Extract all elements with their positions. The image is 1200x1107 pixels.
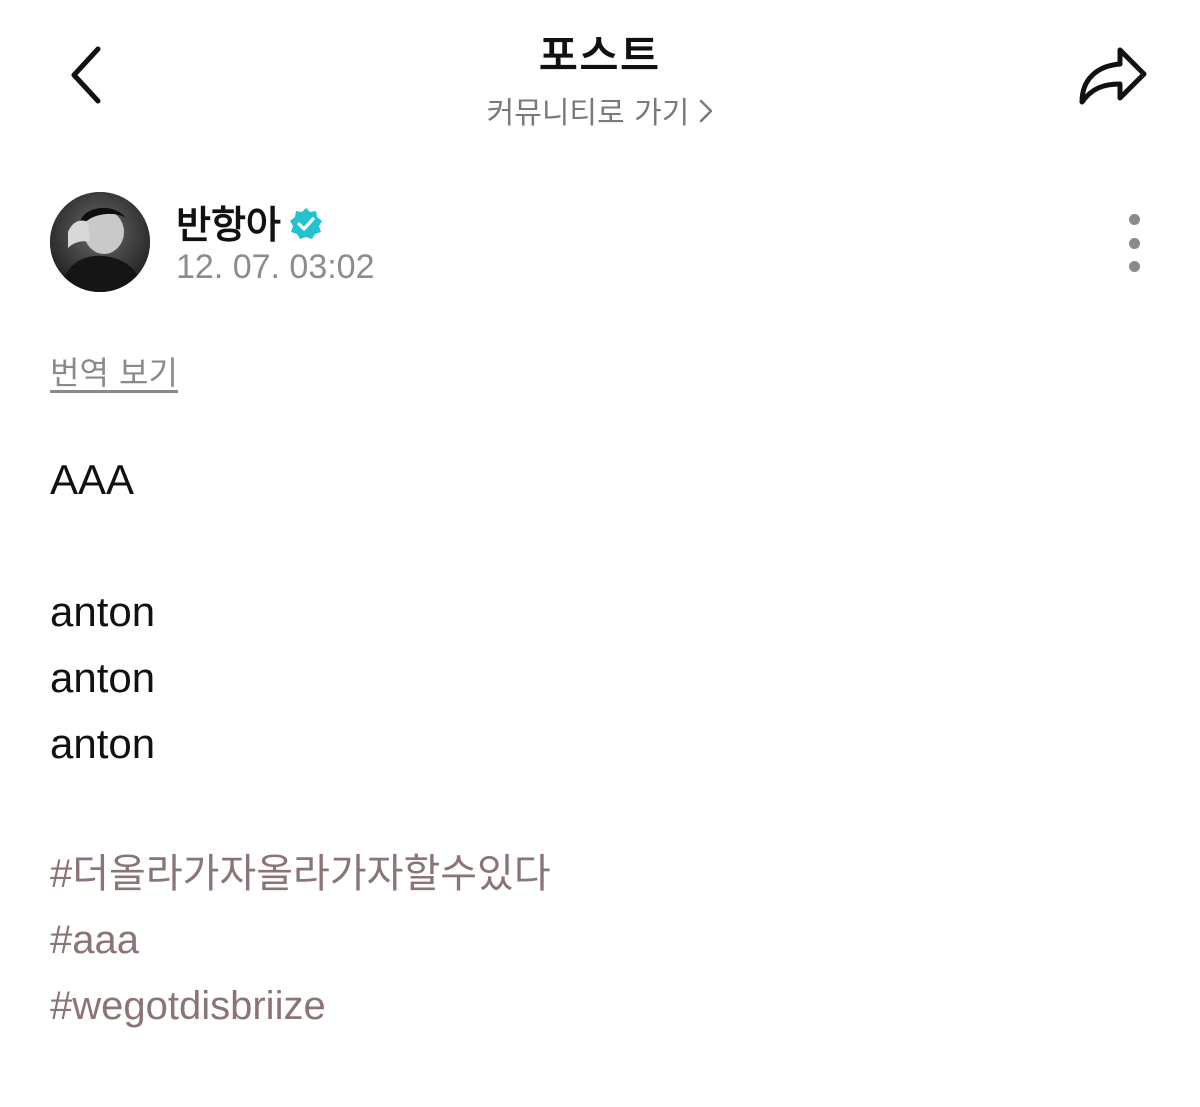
author-name[interactable]: 반항아 xyxy=(176,194,281,249)
post-author: 반항아 12. 07. 03:02 xyxy=(50,192,1150,292)
community-link-label: 커뮤니티로 가기 xyxy=(486,96,690,131)
author-name-row: 반항아 xyxy=(176,194,323,249)
post-body-line: AAA xyxy=(50,456,135,503)
chevron-right-icon xyxy=(699,98,713,124)
more-vertical-icon-dot xyxy=(1128,214,1140,225)
share-button[interactable] xyxy=(1070,40,1154,114)
page-title: 포스트 xyxy=(539,31,661,80)
avatar[interactable] xyxy=(50,192,150,292)
post-body-line: anton xyxy=(50,720,156,767)
hashtag-link[interactable]: #wegotdisbriize xyxy=(50,982,326,1030)
go-to-community-link[interactable]: 커뮤니티로 가기 xyxy=(0,88,1200,132)
post-body-line: anton xyxy=(50,654,156,701)
hashtag-link[interactable]: #더올라가자올라가자할수있다 xyxy=(50,850,551,898)
more-options-button[interactable] xyxy=(1114,214,1154,272)
top-bar: 포스트 커뮤니티로 가기 xyxy=(0,0,1200,150)
post-timestamp: 12. 07. 03:02 xyxy=(176,248,375,286)
more-vertical-icon-dot xyxy=(1128,237,1140,249)
share-arrow-icon xyxy=(1079,47,1147,105)
more-vertical-icon-dot xyxy=(1128,261,1140,272)
post-body-line: anton xyxy=(50,588,156,635)
hashtag-link[interactable]: #aaa xyxy=(50,916,139,964)
translate-link[interactable]: 번역 보기 xyxy=(50,348,178,394)
verified-badge-icon xyxy=(289,207,323,241)
